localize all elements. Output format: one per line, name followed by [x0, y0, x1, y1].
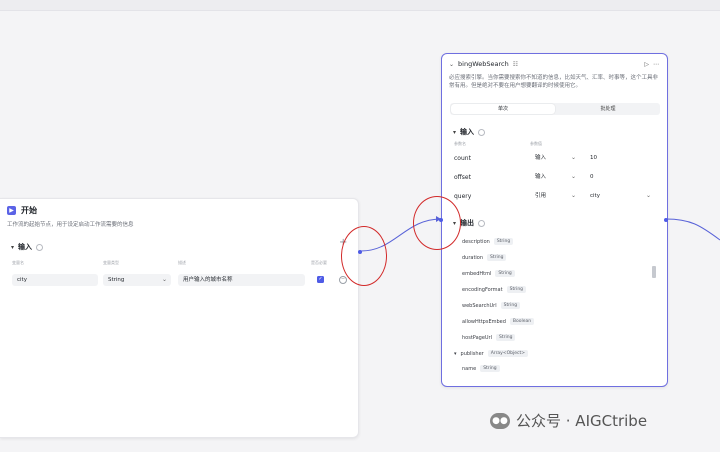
chevron-down-icon: ▾	[454, 350, 457, 357]
mode-value: 输入	[535, 155, 547, 161]
info-icon	[36, 243, 44, 251]
param-count-input[interactable]: 10	[585, 152, 655, 164]
param-query-label: query	[454, 193, 472, 200]
chevron-down-icon: ⌄	[570, 192, 576, 199]
run-icon[interactable]: ▷	[644, 61, 649, 68]
output-item: allowHttpsEmbed Boolean	[462, 318, 535, 325]
start-node-title: 开始	[21, 206, 37, 215]
bing-input-title: 输入	[460, 128, 475, 136]
top-toolbar	[0, 0, 720, 11]
var-type-select[interactable]: String ⌄	[103, 274, 171, 286]
watermark: ●● 公众号 · AIGCtribe	[490, 410, 647, 431]
chevron-down-icon: ⌄	[570, 173, 576, 180]
bing-header-actions: ▷ ⋯	[644, 61, 659, 68]
param-offset-label: offset	[454, 174, 471, 181]
tab-batch[interactable]: 批处理	[556, 103, 660, 115]
param-count-mode[interactable]: 输入 ⌄	[530, 152, 580, 164]
mode-value: 输入	[535, 174, 547, 180]
param-query-reference[interactable]: city ⌄	[585, 190, 655, 202]
highlight-circle-start-port	[341, 226, 387, 286]
col-description: 描述	[178, 260, 186, 265]
bing-output-title: 输出	[460, 219, 475, 227]
mode-tabs: 单次 批处理	[450, 103, 660, 115]
var-type-value: String	[108, 277, 125, 283]
chevron-down-icon: ▾	[11, 243, 15, 251]
param-query-mode[interactable]: 引用 ⌄	[530, 190, 580, 202]
more-icon[interactable]: ⋯	[653, 61, 659, 68]
mode-value: 引用	[535, 193, 547, 199]
output-item: encodingFormat String	[462, 286, 527, 293]
collapse-icon[interactable]: ⌄	[449, 61, 454, 68]
bing-node-description: 必应搜索引擎。当你需要搜索你不知道的信息，比如天气、汇率、时事等，这个工具非常有…	[449, 75, 659, 89]
bing-web-search-node[interactable]: ⌄ bingWebSearch ☷ ▷ ⋯ 必应搜索引擎。当你需要搜索你不知道的…	[439, 53, 668, 387]
output-item-expandable[interactable]: ▾ publisher Array<Object>	[454, 350, 529, 357]
col-param-value: 参数值	[530, 141, 542, 146]
bing-node-header: ⌄ bingWebSearch ☷	[449, 60, 518, 68]
reference-value: city	[590, 193, 600, 199]
start-node-header: ▶ 开始	[7, 205, 37, 216]
edge-bing-to-next	[665, 218, 720, 241]
input-section-title: 输入	[18, 243, 33, 251]
scrollbar-thumb[interactable]	[652, 266, 656, 278]
var-name-input[interactable]: city	[12, 274, 98, 286]
col-required: 是否必要	[311, 260, 327, 265]
col-param-name: 参数名	[454, 141, 466, 146]
bing-input-section-header[interactable]: ▾ 输入	[453, 127, 486, 137]
output-scrollbar[interactable]	[652, 232, 656, 377]
var-description-input[interactable]: 用户输入的城市名称	[178, 274, 305, 286]
output-item: description String	[462, 238, 514, 245]
flag-icon: ▶	[7, 206, 16, 215]
start-node-description: 工作流的起始节点，用于设定启动工作流需要的信息	[7, 222, 134, 228]
output-item: name String	[462, 365, 500, 372]
param-offset-input[interactable]: 0	[585, 171, 655, 183]
chevron-down-icon: ⌄	[645, 192, 651, 199]
bing-node-title: bingWebSearch	[458, 60, 509, 68]
info-icon	[478, 128, 486, 136]
param-count-label: count	[454, 155, 471, 162]
plugin-badge-icon: ☷	[512, 60, 519, 68]
output-item: hostPageUrl String	[462, 334, 516, 341]
input-section-header[interactable]: ▾ 输入	[11, 242, 44, 252]
output-item: embedHtml String	[462, 270, 515, 277]
output-item: webSearchUrl String	[462, 302, 521, 309]
required-checkbox[interactable]: ✓	[317, 276, 324, 283]
col-var-type: 变量类型	[103, 260, 119, 265]
highlight-circle-bing-port	[413, 196, 461, 250]
chevron-down-icon: ⌄	[161, 276, 167, 283]
remove-row-icon[interactable]: −	[339, 276, 347, 284]
info-icon	[478, 219, 486, 227]
bing-output-port[interactable]	[664, 218, 668, 222]
watermark-text: 公众号 · AIGCtribe	[516, 412, 648, 430]
chevron-down-icon: ⌄	[570, 154, 576, 161]
start-node[interactable]: ▶ 开始 工作流的起始节点，用于设定启动工作流需要的信息 ▾ 输入 变量名 变量…	[0, 198, 362, 438]
col-var-name: 变量名	[12, 260, 24, 265]
param-offset-mode[interactable]: 输入 ⌄	[530, 171, 580, 183]
output-item: duration String	[462, 254, 507, 261]
tab-single[interactable]: 单次	[451, 104, 555, 114]
chevron-down-icon: ▾	[453, 128, 457, 136]
wechat-icon: ●●	[490, 412, 510, 429]
